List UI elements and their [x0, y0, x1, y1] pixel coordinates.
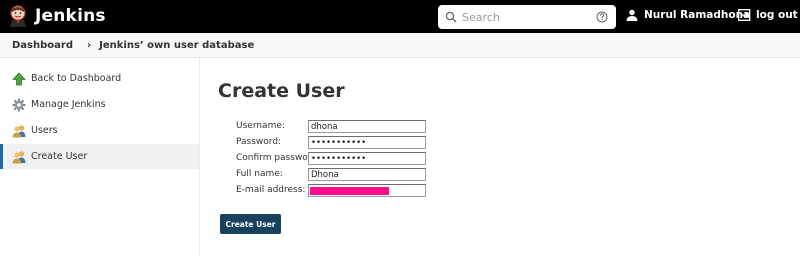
password-field[interactable]	[308, 136, 426, 149]
full-name-label: Full name:	[236, 169, 283, 179]
create-user-button[interactable]: Create User	[220, 214, 281, 234]
username-row: Username:	[236, 120, 436, 134]
logout-link[interactable]: log out	[738, 9, 798, 21]
sidebar-item-create-user[interactable]: Create User	[0, 144, 199, 169]
password-row: Password:	[236, 136, 436, 150]
help-icon[interactable]	[596, 11, 608, 23]
breadcrumb-chevron-icon: ›	[87, 39, 92, 51]
redaction-bar	[310, 187, 389, 195]
search-box[interactable]	[438, 5, 616, 29]
password-label: Password:	[236, 137, 282, 147]
confirm-password-row: Confirm password:	[236, 152, 436, 166]
jenkins-butler-icon	[10, 5, 26, 27]
breadcrumb: Dashboard › Jenkins’ own user database	[0, 33, 800, 58]
sidebar-item-users[interactable]: Users	[0, 118, 199, 143]
sidebar-item-label: Back to Dashboard	[31, 73, 122, 84]
email-label: E-mail address:	[236, 185, 306, 195]
breadcrumb-item-dashboard[interactable]: Dashboard	[12, 40, 73, 51]
username-label: Username:	[236, 121, 285, 131]
sidebar-item-manage-jenkins[interactable]: Manage Jenkins	[0, 92, 199, 117]
top-header: Jenkins Nurul Ramadhona log out	[0, 0, 800, 33]
full-name-row: Full name:	[236, 168, 436, 182]
user-add-icon	[12, 150, 26, 163]
jenkins-logo[interactable]: Jenkins	[8, 5, 106, 27]
user-icon	[626, 9, 638, 21]
username-field[interactable]	[308, 120, 426, 133]
arrow-up-icon	[12, 71, 26, 85]
full-name-field[interactable]	[308, 168, 426, 181]
sidebar-item-label: Users	[31, 125, 58, 136]
logout-label: log out	[756, 9, 798, 21]
sidebar-item-label: Manage Jenkins	[31, 99, 106, 110]
breadcrumb-item-user-database[interactable]: Jenkins’ own user database	[99, 40, 254, 51]
email-row: E-mail address:	[236, 184, 436, 198]
page-title: Create User	[218, 80, 345, 102]
logout-icon	[738, 9, 751, 21]
user-name: Nurul Ramadhona	[644, 9, 751, 21]
current-user-link[interactable]: Nurul Ramadhona	[626, 9, 750, 21]
search-icon	[445, 11, 457, 23]
confirm-password-field[interactable]	[308, 152, 426, 165]
sidebar-item-label: Create User	[31, 151, 88, 162]
users-icon	[12, 124, 26, 137]
gear-icon	[12, 98, 26, 111]
sidebar: Back to Dashboard Manage Jenkins Users C…	[0, 58, 200, 256]
search-input[interactable]	[462, 8, 592, 26]
sidebar-item-back-to-dashboard[interactable]: Back to Dashboard	[0, 66, 199, 91]
app-name: Jenkins	[35, 6, 106, 26]
